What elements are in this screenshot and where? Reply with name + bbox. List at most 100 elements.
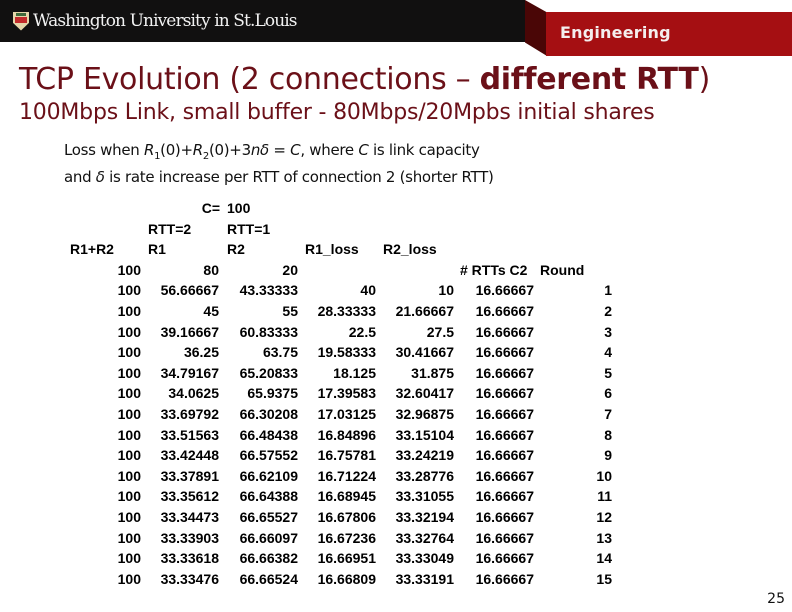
university-logo: Washington University in St.Louis [13,11,298,31]
table-cell: 33.42448 [160,447,219,464]
table-cell: 28.33333 [317,303,376,319]
table-cell: 1 [604,282,612,299]
text: Loss when [64,141,144,159]
table-cell: 63.75 [262,344,298,361]
table-cell: 40 [360,282,376,299]
text: (0)+ [160,141,193,159]
table-cell: 16.66667 [475,426,534,443]
table-cell: 4 [604,344,612,361]
table-cell: 60.83333 [239,323,298,340]
table-cell: 31.875 [411,364,454,381]
table-cell: 16.68945 [317,488,376,505]
table-cell: 32.60417 [395,385,454,402]
column-header: R1+R2 [70,241,114,258]
column-header: R1_loss [305,241,359,258]
table-cell: 33.24219 [395,447,454,464]
table-cell: 16.66809 [317,570,376,587]
university-wordmark: Washington University in St.Louis [33,11,298,31]
table-cell: 33.28776 [395,467,454,484]
table-cell: 16.67806 [317,509,376,525]
table-cell: 33.33049 [395,550,454,567]
table-cell: 100 [117,509,141,525]
initial-value-cell: 80 [203,261,219,278]
table-cell: 66.66382 [239,550,298,567]
title-close: ) [698,62,711,97]
table-cell: 100 [117,426,141,443]
table-cell: 11 [597,488,612,505]
table-cell: 100 [117,323,141,340]
table-cell: 13 [596,529,612,546]
column-header-round: Round [540,261,585,278]
text: and [64,168,96,186]
table-cell: 33.33191 [395,570,454,587]
column-header: R2 [227,241,245,258]
title-text: TCP Evolution (2 connections – [19,62,480,97]
table-cell: 16.66667 [475,303,534,319]
table-cell: 33.33476 [160,570,219,587]
table-cell: 17.03125 [317,406,376,422]
table-cell: 16.66667 [475,406,534,422]
table-cell: 21.66667 [395,303,454,319]
table-cell: 22.5 [348,323,376,340]
var-c: C [290,141,301,159]
table-cell: 16.71224 [317,467,376,484]
table-cell: 16.67236 [317,529,376,546]
var-delta: δ [95,168,105,186]
column-header: R2_loss [383,241,437,258]
table-cell: 33.31055 [395,488,454,505]
table-cell: 34.79167 [160,364,219,381]
table-cell: 66.66524 [239,570,298,587]
table-cell: 33.15104 [395,426,454,443]
table-cell: 9 [604,447,612,464]
table-cell: 66.57552 [239,447,298,464]
table-cell: 43.33333 [239,282,298,299]
table-cell: 33.32764 [395,529,454,546]
table-cell: 27.5 [426,323,454,340]
table-cell: 33.32194 [395,509,454,525]
table-cell: 16.66667 [475,509,534,525]
table-cell: 16.66667 [475,385,534,402]
table-cell: 34.0625 [168,385,219,402]
table-cell: 32.96875 [395,406,454,422]
table-cell: 16.66667 [475,529,534,546]
table-cell: 100 [117,570,141,587]
table-cell: 16.66667 [475,467,534,484]
table-cell: 7 [604,406,612,422]
table-cell: 66.62109 [239,467,298,484]
var-c: C [358,141,369,159]
table-cell: 16.84896 [317,426,376,443]
var-r: R [192,141,203,159]
table-cell: 100 [117,550,141,567]
table-cell: 65.20833 [239,364,298,381]
table-cell: 100 [117,488,141,505]
slide-body: Loss when R1(0)+R2(0)+3nδ = C, where C i… [64,140,494,188]
header-fold [525,0,547,56]
table-cell: 100 [117,406,141,422]
table-cell: 30.41667 [395,344,454,361]
school-label: Engineering [560,23,671,42]
table-cell: 16.75781 [317,447,376,464]
table-cell: 66.65527 [239,509,298,525]
table-cell: 10 [596,467,612,484]
table-cell: 33.33618 [160,550,219,567]
text: = [268,141,291,159]
slide-title: TCP Evolution (2 connections – different… [19,62,710,97]
table-cell: 33.51563 [160,426,219,443]
table-cell: 56.66667 [160,282,219,299]
table-cell: 33.37891 [160,467,219,484]
table-cell: 16.66667 [475,323,534,340]
text: (0)+3 [208,141,251,159]
table-cell: 16.66667 [475,488,534,505]
table-cell: 17.39583 [317,385,376,402]
table-cell: 14 [596,550,612,567]
university-shield-icon [13,11,29,31]
text: is link capacity [368,141,480,159]
table-cell: 16.66667 [475,570,534,587]
initial-value-cell: 100 [117,261,141,278]
table-cell: 36.25 [183,344,219,361]
table-cell: 12 [596,509,612,525]
column-header: R1 [148,241,166,258]
table-cell: 16.66667 [475,447,534,464]
capacity-value: 100 [227,200,251,216]
table-cell: 6 [604,385,612,402]
